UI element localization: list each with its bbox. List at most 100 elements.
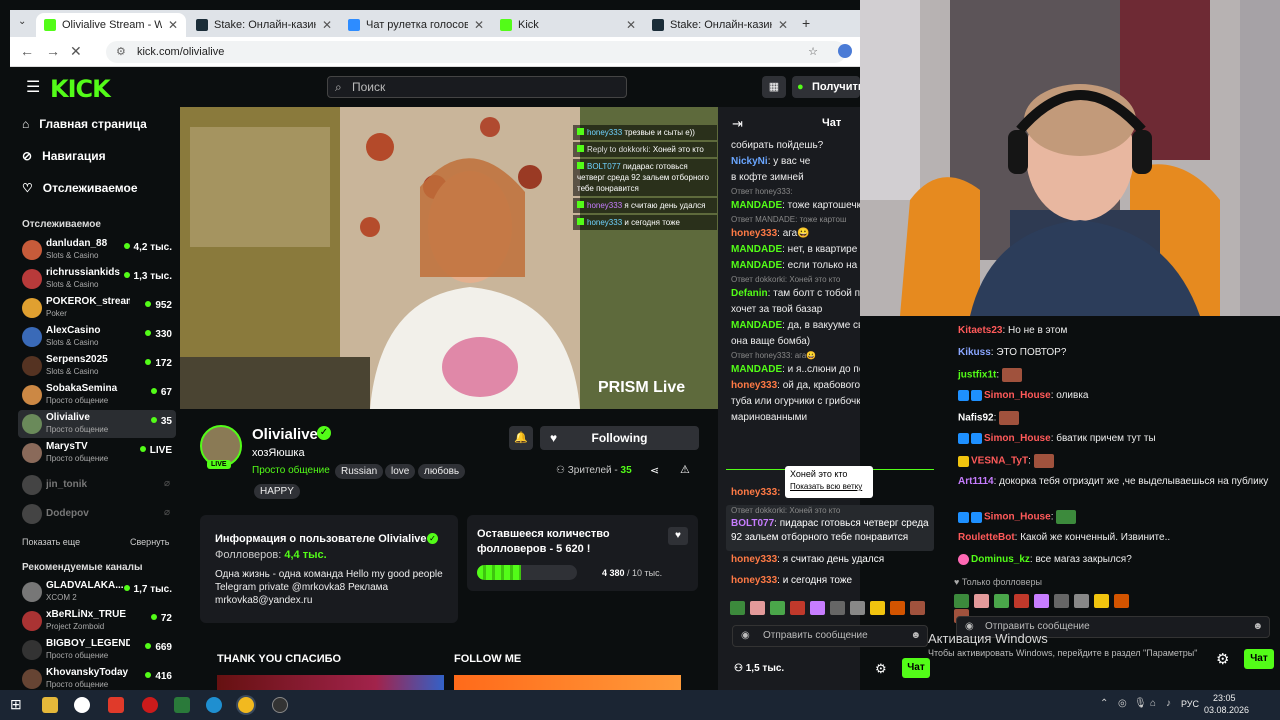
emote-icon[interactable] [1054,593,1069,608]
close-icon[interactable]: ✕ [468,18,484,32]
emote-icon[interactable] [890,600,905,615]
chat-message[interactable]: honey333: ага😀 [731,227,860,241]
emote-icon[interactable] [1094,593,1109,608]
chat-username[interactable]: Dominus_kz [971,554,1030,565]
nav-home[interactable]: ⌂ Главная страница [22,117,147,131]
tray-app-icon[interactable]: ◎ [1118,698,1127,709]
report-icon[interactable]: ⚠ [680,463,690,476]
menu-icon[interactable]: ☰ [26,77,40,97]
close-icon[interactable]: ✕ [772,18,788,32]
chat-message[interactable]: MANDADE: если только на б [731,259,860,273]
panel-image[interactable] [217,675,444,690]
emote-icon[interactable] [1014,593,1029,608]
sidebar-channel-offline[interactable]: jin_tonik ⌀ [18,471,176,499]
nav-browse[interactable]: ⊘ Навигация [22,149,106,163]
sidebar-channel[interactable]: KhovanskyToday Просто общение 416 [18,665,176,693]
chat-username[interactable]: honey333 [731,380,777,391]
show-more-link[interactable]: Показать еще [22,537,80,547]
forward-icon[interactable]: → [46,43,60,59]
chat-message[interactable]: хочет за твой базар [731,303,860,317]
chat-username[interactable]: justfix1t [958,370,996,381]
sidebar-channel[interactable]: richrussiankids Slots & Casino 1,3 тыс. [18,265,176,293]
language-indicator[interactable]: РУС [1181,699,1199,709]
settings-gear-icon[interactable]: ⚙ [1216,650,1229,668]
tab-kick[interactable]: Kick ✕ [492,13,644,37]
clock-time[interactable]: 23:05 [1213,693,1236,703]
chat-message[interactable]: Simon_House: бватик причем тут ты [958,432,1156,446]
profile-avatar-icon[interactable] [838,44,852,58]
stream-category-link[interactable]: Просто общение [252,465,330,476]
site-info-icon[interactable]: ⚙ [116,46,126,58]
new-tab-icon[interactable]: + [802,15,810,31]
chat-message[interactable]: в кофте зимней [731,171,860,185]
close-icon[interactable]: ✕ [316,18,332,32]
tab-olivialive[interactable]: Olivialive Stream - Watch Live ✕ [36,13,186,37]
chat-username[interactable]: Art1114 [958,476,994,487]
stop-loading-icon[interactable]: ✕ [70,43,82,60]
url-field[interactable]: ⚙ kick.com/olivialive ☆ [106,41,846,63]
emote-icon[interactable] [1074,593,1089,608]
video-player[interactable]: honey333 трезвые и сыты е)) Reply to dokk… [180,107,718,409]
close-icon[interactable]: ✕ [162,18,178,32]
bookmark-star-icon[interactable]: ☆ [808,41,818,63]
network-icon[interactable]: ⌂ [1150,698,1156,709]
chat-send-button[interactable]: Чат [1244,649,1274,669]
chat-message[interactable]: Kitaets23: Но не в этом [958,324,1067,338]
chat-message[interactable]: Simon_House: [958,510,1077,525]
chat-message[interactable]: honey333: ой да, крабового салатика бы [731,379,860,393]
yandex-browser-icon[interactable] [74,697,90,713]
close-icon[interactable]: ✕ [620,18,636,32]
tray-expand-icon[interactable]: ⌃ [1100,698,1108,709]
microphone-icon[interactable]: 🎙 [1134,698,1147,709]
stream-tag[interactable]: любовь [418,464,466,479]
chat-username[interactable]: VESNA_TyT [971,456,1028,467]
chat-username[interactable]: Kitaets23 [958,325,1002,336]
windows-start-icon[interactable]: ⊞ [10,696,22,713]
chat-send-button[interactable]: Чат [902,658,930,678]
sidebar-channel[interactable]: GLADVALAKA... XCOM 2 1,7 тыс. [18,578,176,606]
kick-logo[interactable]: KICK [50,75,111,103]
chat-username[interactable]: Nafis92 [958,413,994,424]
sidebar-channel[interactable]: SobakaSemina Просто общение 67 [18,381,176,409]
emoji-icon[interactable]: ☻ [910,626,921,646]
clock-date[interactable]: 03.08.2026 [1204,705,1249,715]
chat-message[interactable]: собирать пойдешь? [731,139,860,153]
sidebar-channel[interactable]: Olivialive Просто общение 35 [18,410,176,438]
stream-tag[interactable]: Russian [335,464,384,479]
chat-message[interactable]: Nafis92: [958,411,1020,426]
edge-icon[interactable] [206,697,222,713]
chat-username[interactable]: honey333 [731,228,777,239]
chat-message[interactable]: NickyNi: у вас че [731,155,860,169]
tab-roulette[interactable]: Чат рулетка голосовая — Ne ✕ [340,13,492,37]
chat-message[interactable]: MANDADE: и я..слюни до пола [731,363,860,377]
chat-username[interactable]: MANDADE [731,260,782,271]
sidebar-channel[interactable]: BIGBOY_LEGENDAA Просто общение 669 [18,636,176,664]
emoji-icon[interactable]: ☻ [1252,617,1263,637]
chat-username[interactable]: Simon_House [984,390,1051,401]
chat-message[interactable]: MANDADE: тоже картошечк [731,199,860,213]
sidebar-channel[interactable]: xBeRLiNx_TRUE Project Zomboid 72 [18,607,176,635]
chat-message[interactable]: RouletteBot: Какой же конченный. Извинит… [958,531,1170,545]
volume-icon[interactable]: ♪ [1166,698,1171,709]
chat-message[interactable]: она ваще бомба) [731,335,860,349]
yandex-icon[interactable] [108,697,124,713]
emote-icon[interactable] [870,600,885,615]
sidebar-channel[interactable]: AlexCasino Slots & Casino 330 [18,323,176,351]
tab-search-icon[interactable]: ⌄ [18,16,26,27]
nav-following[interactable]: ♡ Отслеживаемое [22,181,138,195]
emote-icon[interactable] [910,600,925,615]
heart-icon[interactable]: ♥ [668,527,688,545]
chat-message[interactable]: туба или огурчики с грибочками [731,395,860,409]
opera-icon[interactable] [142,697,158,713]
chat-message[interactable]: Art1114: докорка тебя отриздит же ,че вы… [958,475,1268,489]
chat-message[interactable]: Kikuss: ЭТО ПОВТОР? [958,346,1066,360]
sidebar-channel[interactable]: Serpens2025 Slots & Casino 172 [18,352,176,380]
chat-message[interactable]: MANDADE: нет, в квартире [731,243,860,257]
chat-message[interactable]: Simon_House: оливка [958,389,1088,403]
obs-icon[interactable] [272,697,288,713]
collapse-chat-icon[interactable]: ⇥ [732,116,743,132]
get-kicks-button[interactable]: ● Получить I [792,76,860,98]
sidebar-channel[interactable]: MarysTV Просто общение LIVE [18,439,176,467]
chat-username[interactable]: Simon_House [984,512,1051,523]
back-icon[interactable]: ← [20,43,34,59]
